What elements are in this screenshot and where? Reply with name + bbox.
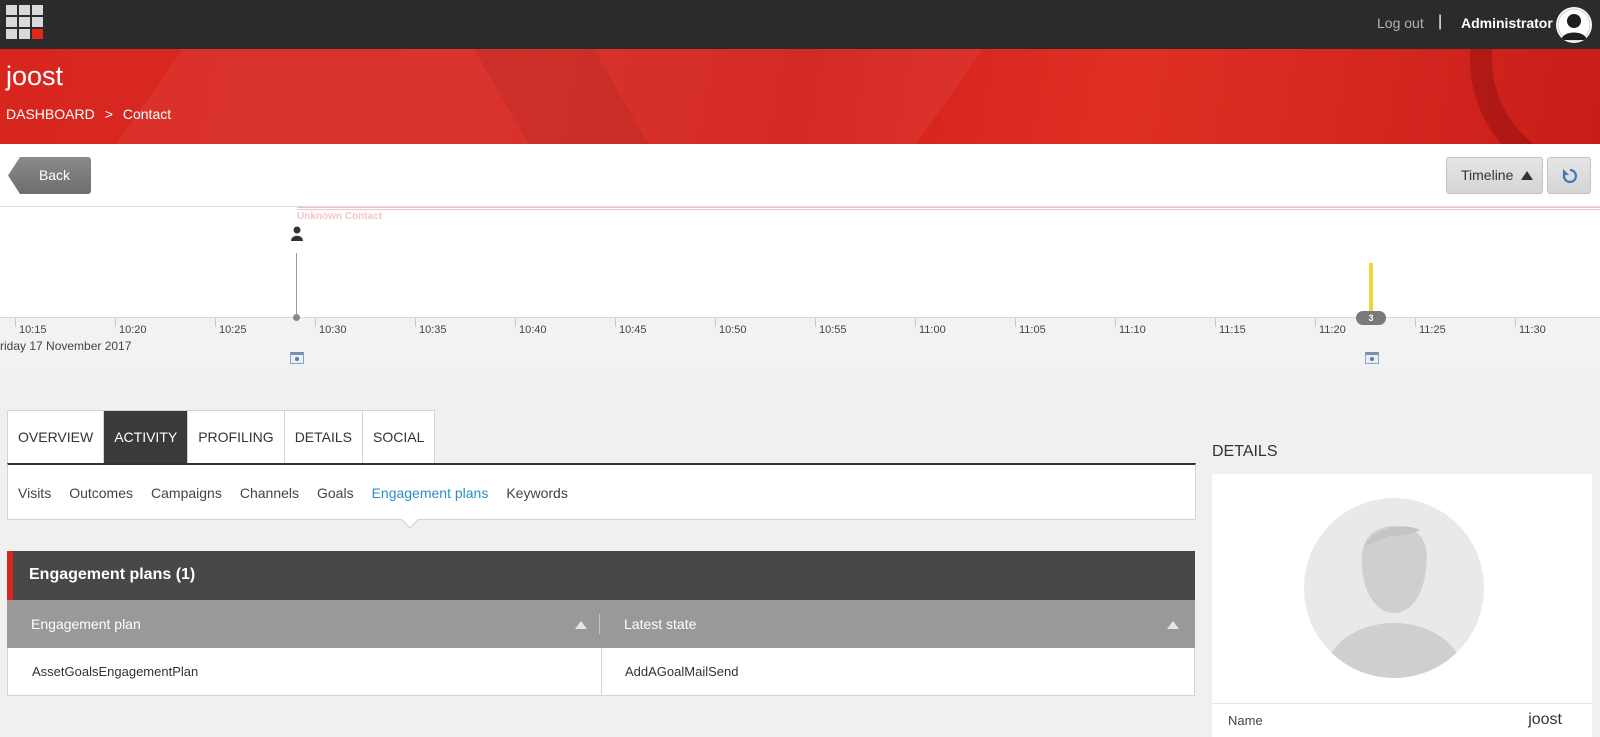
contact-strip	[297, 207, 1600, 210]
time-axis-tick-label: 11:20	[1319, 324, 1346, 336]
person-icon[interactable]	[291, 226, 303, 242]
time-axis-tick	[1315, 318, 1316, 327]
breadcrumb-separator: >	[104, 106, 113, 122]
time-axis-tick-label: 10:15	[19, 324, 47, 336]
time-axis-tick	[1115, 318, 1116, 327]
time-axis-tick	[215, 318, 216, 327]
breadcrumb: DASHBOARD > Contact	[6, 106, 171, 122]
contact-timeline: Unknown Contact 10:15 10:20 10:25 10:30 10:3…	[0, 207, 1600, 367]
time-axis-tick-label: 11:30	[1519, 324, 1546, 336]
sort-icon[interactable]	[1167, 621, 1179, 629]
activity-subnav: Visits Outcomes Campaigns Channels Goals…	[7, 463, 1196, 520]
refresh-button[interactable]	[1547, 157, 1591, 194]
top-bar: Log out | Administrator	[0, 0, 1600, 49]
time-axis-tick-label: 10:50	[719, 324, 747, 336]
cell-latest-state: AddAGoalMailSend	[625, 664, 739, 679]
subnav-channels[interactable]: Channels	[240, 485, 299, 501]
contact-avatar-icon	[1304, 498, 1484, 678]
user-name[interactable]: Administrator	[1461, 15, 1553, 31]
cell-engagement-plan: AssetGoalsEngagementPlan	[32, 664, 199, 679]
time-axis-tick	[815, 318, 816, 327]
time-axis-tick-label: 10:40	[519, 324, 547, 336]
tab-activity[interactable]: ACTIVITY	[104, 411, 189, 464]
time-axis-tick-label: 10:30	[319, 324, 347, 336]
time-axis-tick	[315, 318, 316, 327]
tab-details[interactable]: DETAILS	[285, 411, 363, 464]
visit-marker-dot[interactable]	[293, 314, 300, 321]
tab-social[interactable]: SOCIAL	[363, 411, 434, 464]
subnav-outcomes[interactable]: Outcomes	[69, 485, 133, 501]
subnav-goals[interactable]: Goals	[317, 485, 354, 501]
time-axis-tick-label: 11:05	[1019, 324, 1046, 336]
details-card: Name joost	[1212, 474, 1592, 737]
contact-tabs: OVERVIEW ACTIVITY PROFILING DETAILS SOCI…	[7, 410, 436, 464]
time-axis-tick	[915, 318, 916, 327]
tab-overview[interactable]: OVERVIEW	[8, 411, 105, 464]
timeline-toggle-button[interactable]: Timeline	[1446, 157, 1543, 194]
time-axis-tick-label: 11:25	[1419, 324, 1446, 336]
refresh-icon	[1562, 168, 1578, 184]
time-axis-tick-label: 10:20	[119, 324, 147, 336]
unknown-contact-label: Unknown Contact	[297, 211, 382, 222]
subnav-campaigns[interactable]: Campaigns	[151, 485, 222, 501]
time-axis-tick-label: 10:25	[219, 324, 247, 336]
event-count-badge[interactable]: 3	[1356, 311, 1386, 325]
sort-icon[interactable]	[575, 621, 587, 629]
details-heading: DETAILS	[1212, 443, 1278, 460]
column-header-engagement-plan[interactable]: Engagement plan	[31, 600, 141, 648]
visit-marker-line	[296, 253, 297, 323]
time-axis-tick	[615, 318, 616, 327]
name-value: joost	[1528, 711, 1562, 728]
time-axis-tick	[1215, 318, 1216, 327]
header-banner: joost DASHBOARD > Contact	[0, 49, 1600, 144]
time-axis-tick	[1015, 318, 1016, 327]
event-bar[interactable]	[1369, 263, 1373, 313]
table-row[interactable]: AssetGoalsEngagementPlan AddAGoalMailSen…	[7, 648, 1195, 696]
time-axis-tick-label: 10:45	[619, 324, 647, 336]
time-axis-tick	[415, 318, 416, 327]
time-axis-tick-label: 11:00	[919, 324, 946, 336]
subnav-pointer	[400, 518, 420, 529]
time-axis-tick	[115, 318, 116, 327]
time-axis-tick-label: 11:15	[1219, 324, 1246, 336]
time-axis-tick	[1515, 318, 1516, 327]
time-axis-tick	[15, 318, 16, 327]
time-axis-tick-label: 10:35	[419, 324, 447, 336]
calendar-icon[interactable]	[1365, 352, 1379, 364]
time-axis-tick	[515, 318, 516, 327]
subnav-visits[interactable]: Visits	[18, 485, 51, 501]
caret-up-icon	[1521, 171, 1534, 180]
name-label: Name	[1228, 713, 1263, 728]
column-header-latest-state[interactable]: Latest state	[624, 600, 696, 648]
toolbar: Back Timeline	[0, 144, 1600, 207]
timeline-date-label: riday 17 November 2017	[0, 339, 132, 353]
back-button[interactable]: Back	[8, 157, 91, 194]
calendar-icon[interactable]	[290, 352, 304, 364]
app-launcher-icon[interactable]	[6, 5, 43, 39]
page-title: joost	[6, 61, 64, 91]
timeline-button-label: Timeline	[1461, 167, 1514, 183]
topbar-separator: |	[1438, 13, 1443, 30]
engagement-plans-panel-header: Engagement plans (1)	[7, 551, 1195, 600]
breadcrumb-dashboard[interactable]: DASHBOARD	[6, 106, 95, 122]
subnav-keywords[interactable]: Keywords	[506, 485, 567, 501]
time-axis-tick	[715, 318, 716, 327]
subnav-engagement-plans[interactable]: Engagement plans	[372, 485, 489, 501]
table-header: Engagement plan Latest state	[7, 600, 1195, 648]
user-avatar-icon[interactable]	[1556, 7, 1592, 43]
breadcrumb-contact: Contact	[122, 106, 172, 122]
panel-title: Engagement plans (1)	[29, 566, 196, 583]
time-axis-tick	[1415, 318, 1416, 327]
tab-profiling[interactable]: PROFILING	[188, 411, 285, 464]
time-axis-tick-label: 10:55	[819, 324, 847, 336]
time-axis-tick-label: 11:10	[1119, 324, 1146, 336]
logout-link[interactable]: Log out	[1377, 15, 1424, 31]
